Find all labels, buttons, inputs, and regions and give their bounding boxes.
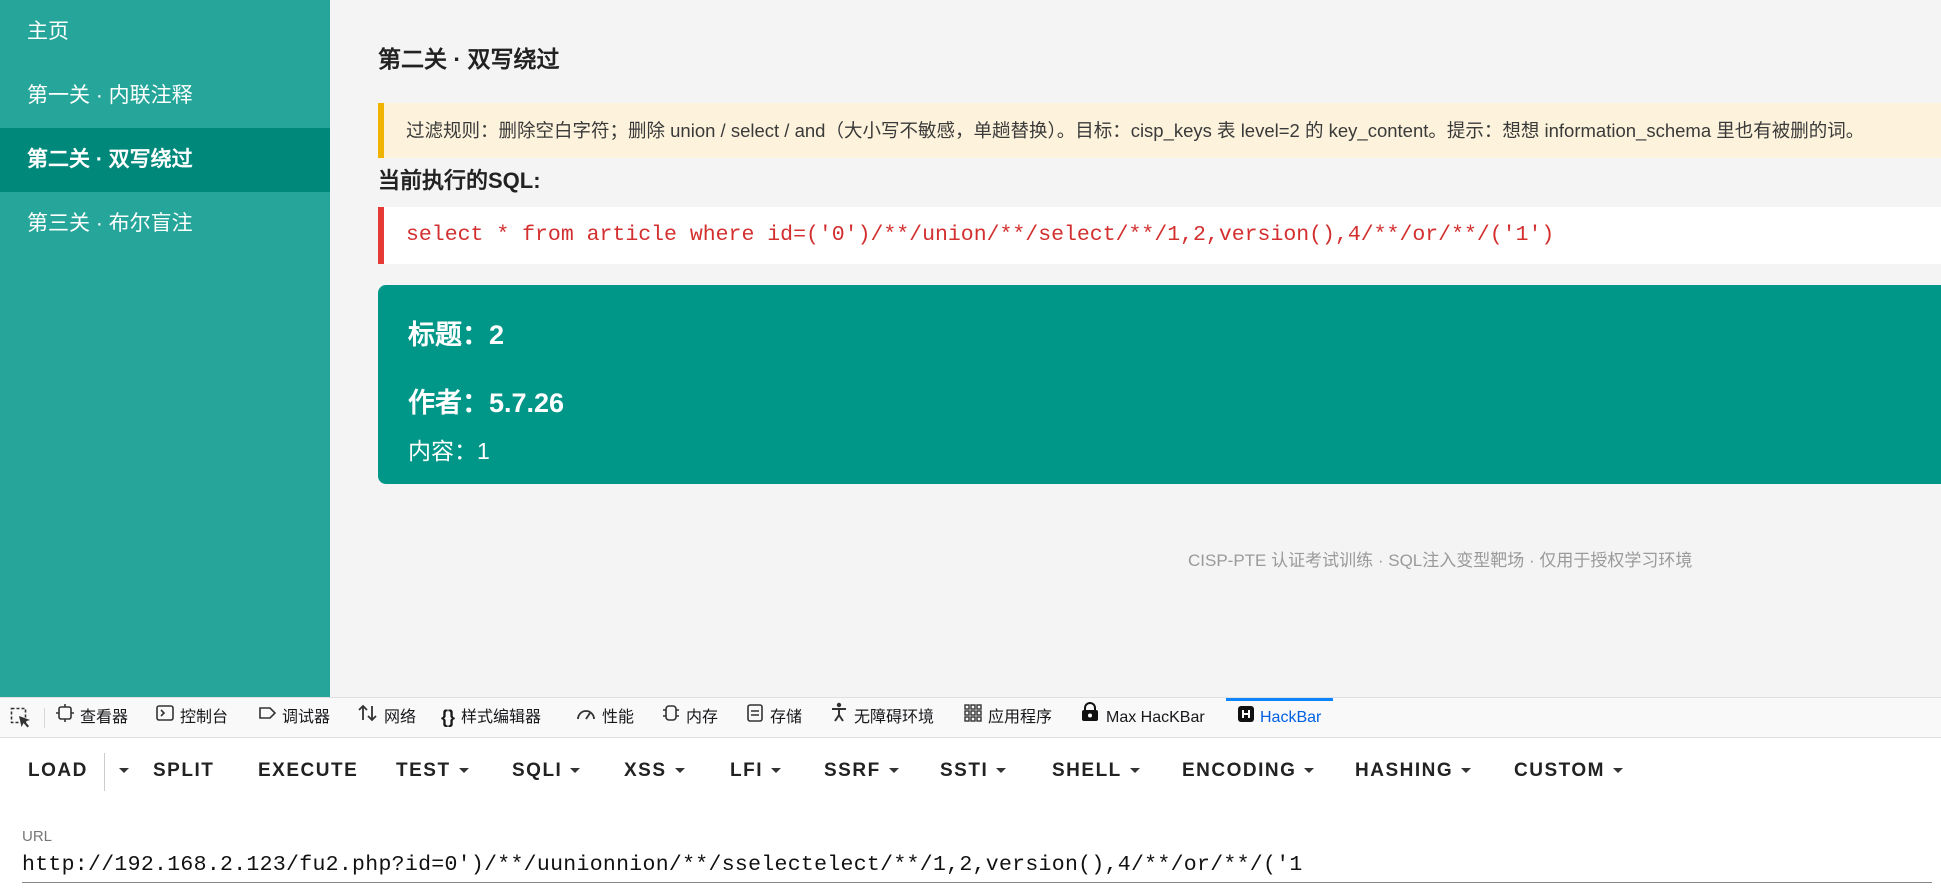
sqli-menu-label: SQLI	[512, 760, 563, 781]
toolbar-separator	[44, 708, 45, 728]
result-author: 作者：5.7.26	[408, 388, 565, 418]
max-hackbar-icon	[1080, 698, 1100, 737]
split-button[interactable]: SPLIT	[153, 760, 214, 782]
tab-label: 内存	[686, 709, 719, 726]
xss-menu[interactable]: XSS	[624, 760, 685, 782]
result-title: 标题：2	[408, 320, 505, 350]
ssrf-menu[interactable]: SSRF	[824, 760, 899, 782]
result-content: 内容：1	[408, 438, 490, 464]
ssrf-menu-label: SSRF	[824, 760, 881, 781]
chevron-down-icon	[1612, 768, 1623, 774]
page-title: 第二关 · 双写绕过	[378, 46, 560, 72]
tab-debugger[interactable]: 调试器	[258, 698, 330, 737]
storage-icon	[746, 698, 764, 737]
shell-menu-label: SHELL	[1052, 760, 1122, 781]
sidebar: 主页 第一关 · 内联注释 第二关 · 双写绕过 第三关 · 布尔盲注	[0, 0, 330, 697]
hashing-menu-label: HASHING	[1355, 760, 1454, 781]
devtools-toolbar: 查看器 控制台 调试器 网络 {} 样式编辑器 性能 内存 存储 无障碍环境 应用…	[0, 697, 1941, 738]
tab-label: 查看器	[80, 709, 129, 726]
tab-max-hackbar[interactable]: Max HacKBar	[1080, 698, 1205, 737]
tab-storage[interactable]: 存储	[746, 698, 802, 737]
sidebar-item-home[interactable]: 主页	[0, 0, 330, 64]
tab-label: 控制台	[180, 709, 229, 726]
load-divider	[104, 753, 105, 791]
tab-inspector[interactable]: 查看器	[56, 698, 128, 737]
tab-application[interactable]: 应用程序	[964, 698, 1052, 737]
tab-label: HackBar	[1260, 709, 1322, 727]
load-button[interactable]: LOAD	[28, 760, 88, 782]
tab-hackbar[interactable]: HackBar	[1226, 698, 1334, 737]
shell-menu[interactable]: SHELL	[1052, 760, 1140, 782]
tab-console[interactable]: 控制台	[156, 698, 228, 737]
url-input[interactable]	[22, 848, 1932, 883]
tab-performance[interactable]: 性能	[576, 698, 634, 737]
tab-label: 存储	[770, 709, 803, 726]
tab-style-editor[interactable]: {} 样式编辑器	[441, 698, 541, 737]
tab-label: 样式编辑器	[461, 709, 542, 726]
url-label: URL	[22, 828, 53, 845]
sql-query-box: select * from article where id=('0')/**/…	[378, 207, 1941, 264]
chevron-down-icon	[771, 768, 781, 774]
chevron-down-icon	[1129, 768, 1140, 774]
custom-menu[interactable]: CUSTOM	[1514, 760, 1623, 782]
application-icon	[964, 698, 982, 737]
hashing-menu[interactable]: HASHING	[1355, 760, 1472, 782]
chevron-down-icon	[1461, 768, 1472, 774]
xss-menu-label: XSS	[624, 760, 667, 781]
lfi-menu[interactable]: LFI	[730, 760, 781, 782]
result-card: 标题：2 作者：5.7.26 内容：1	[378, 285, 1941, 484]
chevron-down-icon	[996, 768, 1007, 774]
encoding-menu-label: ENCODING	[1182, 760, 1297, 781]
ssti-menu-label: SSTI	[940, 760, 989, 781]
chevron-down-icon	[119, 768, 129, 774]
tab-label: 性能	[602, 709, 635, 726]
page-footer: CISP-PTE 认证考试训练 · SQL注入变型靶场 · 仅用于授权学习环境	[1188, 551, 1693, 570]
tab-label: 网络	[384, 709, 417, 726]
network-icon	[358, 698, 378, 737]
chevron-down-icon	[570, 768, 581, 774]
tab-memory[interactable]: 内存	[662, 698, 718, 737]
sidebar-item-level3[interactable]: 第三关 · 布尔盲注	[0, 192, 330, 256]
sql-heading: 当前执行的SQL:	[378, 168, 541, 193]
test-menu-label: TEST	[396, 760, 451, 781]
main-content: 第二关 · 双写绕过 过滤规则：删除空白字符；删除 union / select…	[330, 0, 1941, 697]
test-menu[interactable]: TEST	[396, 760, 469, 782]
sidebar-item-level1[interactable]: 第一关 · 内联注释	[0, 64, 330, 128]
hackbar-icon	[1238, 701, 1254, 735]
lfi-menu-label: LFI	[730, 760, 763, 781]
performance-icon	[576, 698, 596, 737]
accessibility-icon	[830, 698, 848, 737]
chevron-down-icon	[1304, 768, 1315, 774]
tab-label: Max HacKBar	[1106, 709, 1205, 726]
style-editor-icon: {}	[441, 707, 456, 728]
chevron-down-icon	[674, 768, 685, 774]
tab-label: 无障碍环境	[854, 709, 935, 726]
filter-notice: 过滤规则：删除空白字符；删除 union / select / and（大小写不…	[378, 103, 1941, 158]
chevron-down-icon	[888, 768, 899, 774]
memory-icon	[662, 698, 680, 737]
load-dropdown-button[interactable]	[111, 760, 129, 782]
element-picker-icon[interactable]	[10, 707, 32, 734]
tab-label: 应用程序	[988, 709, 1053, 726]
custom-menu-label: CUSTOM	[1514, 760, 1605, 781]
sqli-menu[interactable]: SQLI	[512, 760, 581, 782]
debugger-icon	[258, 698, 277, 737]
inspector-icon	[56, 698, 74, 737]
hackbar-panel: LOAD SPLIT EXECUTE TEST SQLI XSS LFI SSR…	[0, 738, 1941, 891]
sidebar-item-level2[interactable]: 第二关 · 双写绕过	[0, 128, 330, 192]
console-icon	[156, 698, 174, 737]
execute-button[interactable]: EXECUTE	[258, 760, 358, 782]
tab-label: 调试器	[282, 709, 331, 726]
tab-network[interactable]: 网络	[358, 698, 416, 737]
chevron-down-icon	[458, 768, 469, 774]
ssti-menu[interactable]: SSTI	[940, 760, 1007, 782]
tab-accessibility[interactable]: 无障碍环境	[830, 698, 934, 737]
encoding-menu[interactable]: ENCODING	[1182, 760, 1315, 782]
